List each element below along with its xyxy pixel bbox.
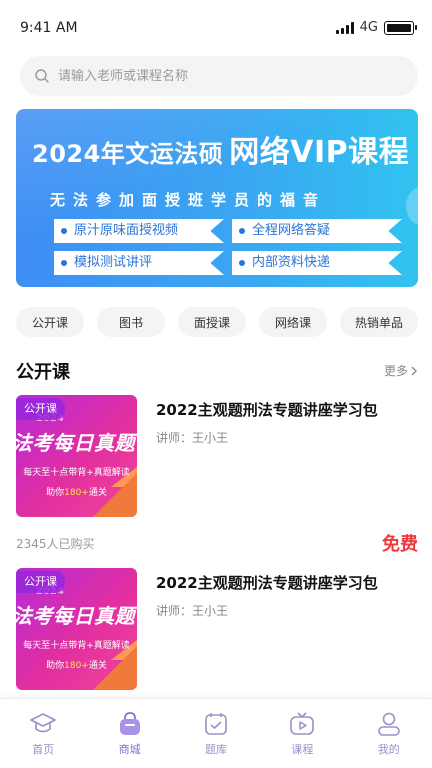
thumb-line2: 助你180+通关: [46, 661, 107, 671]
thumb-line2: 助你180+通关: [46, 488, 107, 498]
tab-profile[interactable]: 我的: [349, 711, 429, 757]
chevron-right-icon: [411, 366, 417, 375]
video-play-icon: [290, 712, 315, 735]
tab-courses[interactable]: 课程: [262, 711, 342, 757]
price-label: 免费: [382, 534, 418, 555]
banner-title-highlight: 网络VIP课程: [229, 135, 410, 170]
banner-tag: 原汁原味面授视频: [54, 219, 224, 243]
banner-title: 2024年文运法硕 网络VIP课程: [32, 127, 409, 171]
more-link[interactable]: 更多: [384, 362, 418, 379]
shopping-bag-icon: [119, 712, 140, 735]
more-label: 更多: [383, 364, 408, 378]
course-title[interactable]: 2022主观题刑法专题讲座学习包: [156, 572, 378, 593]
category-chip-books[interactable]: 图书: [97, 307, 165, 337]
banner-tag: 内部资料快递: [232, 251, 402, 275]
question-bank-icon: [205, 713, 227, 735]
search-bar[interactable]: [20, 56, 418, 96]
course-teacher: 讲师：王小王: [156, 431, 229, 445]
thumb-line1: 每天至十点带背+真题解读: [23, 468, 130, 478]
tab-home[interactable]: 首页: [3, 711, 83, 757]
tab-label: 首页: [32, 743, 55, 756]
battery-icon: [384, 20, 417, 35]
status-bar: 9:41 AM 4G: [0, 0, 432, 56]
search-input[interactable]: [58, 68, 378, 84]
thumb-label: 公开课: [16, 571, 65, 593]
course-thumbnail: 2024 公开课 法考每日真题 每天至十点带背+真题解读 助你180+通关: [16, 395, 137, 517]
thumb-line1: 每天至十点带背+真题解读: [23, 641, 130, 651]
category-chip-public-class[interactable]: 公开课: [16, 307, 84, 337]
status-time: 9:41 AM: [20, 20, 78, 36]
tab-question-bank[interactable]: 题库: [176, 711, 256, 757]
course-thumbnail: 2024 公开课 法考每日真题 每天至十点带背+真题解读 助你180+通关: [16, 568, 137, 690]
banner-tag: 模拟测试讲评: [54, 251, 224, 275]
bottom-tab-bar: 首页 商城 题库 课程 我的: [0, 698, 432, 768]
tab-label: 我的: [377, 743, 400, 756]
tab-mall[interactable]: 商城: [90, 711, 170, 757]
course-card[interactable]: 2024 公开课 法考每日真题 每天至十点带背+真题解读 助你180+通关 20…: [16, 568, 418, 690]
banner-title-year: 2024年文运法硕: [32, 140, 224, 168]
banner-tag: 全程网络答疑: [232, 219, 402, 243]
thumb-headline: 法考每日真题: [16, 431, 135, 455]
thumb-headline: 法考每日真题: [16, 604, 135, 628]
tab-label: 商城: [118, 743, 141, 756]
user-icon: [377, 712, 400, 736]
section-title: 公开课: [16, 362, 70, 383]
category-chip-online[interactable]: 网络课: [259, 307, 327, 337]
category-chips: 公开课 图书 面授课 网络课 热销单品: [16, 307, 418, 337]
tab-label: 课程: [291, 743, 314, 756]
promo-banner[interactable]: 2024年文运法硕 网络VIP课程 无法参加面授班学员的福音 原汁原味面授视频 全…: [16, 109, 418, 287]
tab-label: 题库: [204, 743, 227, 756]
buyers-count: 2345人已购买: [16, 537, 95, 551]
banner-tags: 原汁原味面授视频 全程网络答疑 模拟测试讲评 内部资料快递: [54, 219, 404, 275]
category-chip-best-sellers[interactable]: 热销单品: [340, 307, 418, 337]
network-type: 4G: [359, 20, 378, 35]
thumb-label: 公开课: [16, 398, 65, 420]
banner-subtitle: 无法参加面授班学员的福音: [50, 191, 327, 209]
course-teacher: 讲师：王小王: [156, 604, 229, 618]
signal-icon: [335, 21, 354, 34]
course-title[interactable]: 2022主观题刑法专题讲座学习包: [156, 399, 378, 420]
category-chip-face-to-face[interactable]: 面授课: [178, 307, 246, 337]
status-indicators: 4G: [335, 20, 417, 35]
course-card[interactable]: 2024 公开课 法考每日真题 每天至十点带背+真题解读 助你180+通关 20…: [16, 395, 418, 517]
graduation-cap-icon: [30, 713, 56, 733]
search-icon: [35, 69, 49, 83]
